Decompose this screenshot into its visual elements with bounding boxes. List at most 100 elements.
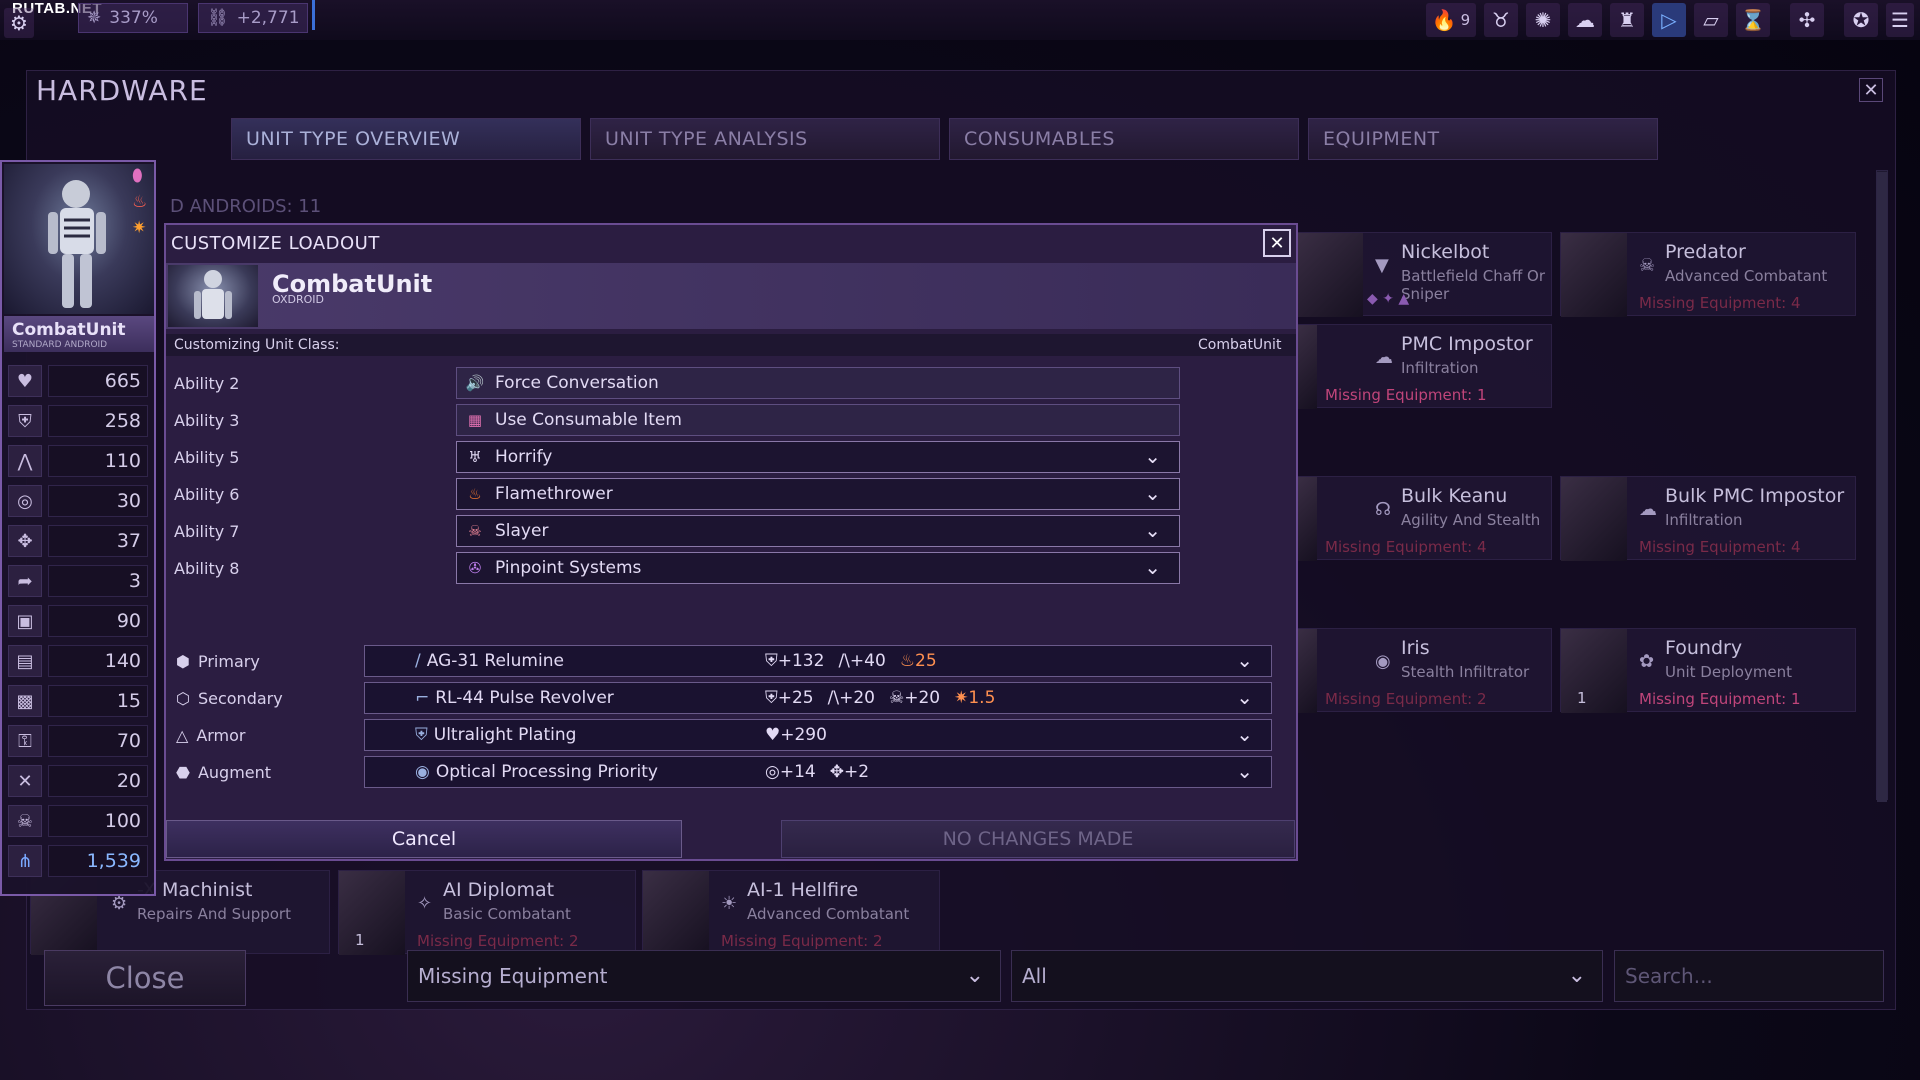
stat-dash: ➦ 3 xyxy=(8,564,148,598)
cluster-icon: ✿ xyxy=(1639,651,1655,672)
confirm-button[interactable]: NO CHANGES MADE xyxy=(781,820,1295,858)
cancel-button[interactable]: Cancel xyxy=(166,820,682,858)
category-filter[interactable]: All ⌄ xyxy=(1011,950,1603,1002)
horns-icon[interactable]: ♉ xyxy=(1484,3,1518,37)
link-stat: ⛓ +2,771 xyxy=(198,3,308,33)
unit-type-card[interactable]: 1 ✿ Foundry Unit Deployment Missing Equi… xyxy=(1560,628,1856,713)
tab-unit-type-analysis[interactable]: UNIT TYPE ANALYSIS xyxy=(590,118,940,160)
chevron-down-icon: ⌄ xyxy=(1144,444,1161,468)
card-subtitle: Unit Deployment xyxy=(1665,663,1793,681)
weapon-stats: ⛨+132/\+40 ♨25 xyxy=(765,651,937,671)
optical-icon: ◉ xyxy=(415,762,430,782)
unit-type-card[interactable]: ▼ Nickelbot Battlefield Chaff Or Sniper … xyxy=(1296,232,1552,317)
close-button[interactable]: Close xyxy=(44,950,246,1006)
missing-equipment: Missing Equipment: 2 xyxy=(1325,690,1487,708)
unit-type-card[interactable]: 1 ✧ AI Diplomat Basic Combatant Missing … xyxy=(338,870,636,955)
unit-type-card[interactable]: ☊ Bulk Keanu Agility And Stealth Missing… xyxy=(1296,476,1552,561)
pinpoint-icon: ✇ xyxy=(468,559,482,577)
augment-dropdown[interactable]: ◉ Optical Processing Priority ◎+14 ✥+2 ⌄ xyxy=(364,756,1272,788)
equipment-slot-label: △ Armor xyxy=(176,726,246,745)
unit-thumbnail xyxy=(339,871,405,955)
cog-icon[interactable]: ✺ xyxy=(1526,3,1560,37)
card-subtitle: Battlefield Chaff Or Sniper xyxy=(1401,267,1546,303)
unit-type-card[interactable]: ☁ PMC Impostor Infiltration Missing Equi… xyxy=(1296,324,1552,409)
menu-icon[interactable]: ☰ xyxy=(1886,3,1914,37)
skull-icon: ☠ xyxy=(468,522,482,540)
stat-capacity: ▣ 90 xyxy=(8,604,148,638)
unit-thumbnail xyxy=(1297,233,1363,317)
tab-equipment[interactable]: EQUIPMENT xyxy=(1308,118,1658,160)
ability-slot-use-consumable: ▦ Use Consumable Item xyxy=(456,404,1180,436)
unit-type-card[interactable]: ☀ AI-1 Hellfire Advanced Combatant Missi… xyxy=(642,870,940,955)
missing-equipment: Missing Equipment: 1 xyxy=(1639,690,1801,708)
ability-dropdown-pinpoint-systems[interactable]: ✇ Pinpoint Systems ⌄ xyxy=(456,552,1180,584)
move-icon: ✥ xyxy=(8,525,42,557)
augment-slot-icon: ⬣ xyxy=(176,763,190,782)
armor-icon: ⛨ xyxy=(8,405,42,437)
missing-equipment: Missing Equipment: 4 xyxy=(1639,538,1801,556)
cloud-icon[interactable]: ☁ xyxy=(1568,3,1602,37)
ability-label: Ability 6 xyxy=(174,485,240,504)
ability-dropdown-flamethrower[interactable]: ♨ Flamethrower ⌄ xyxy=(456,478,1180,510)
card-subtitle: Agility And Stealth xyxy=(1401,511,1541,529)
missing-equipment-filter[interactable]: Missing Equipment ⌄ xyxy=(407,950,1001,1002)
lock-icon: ⚿ xyxy=(8,725,42,757)
pill-icon: ⬮ xyxy=(132,166,143,186)
gamepad-icon[interactable]: ✣ xyxy=(1790,3,1824,37)
factory-icon[interactable]: ♜ xyxy=(1610,3,1644,37)
card-subtitle: Advanced Combatant xyxy=(1665,267,1828,285)
missing-equipment: Missing Equipment: 4 xyxy=(1325,538,1487,556)
panel-title: HARDWARE xyxy=(36,74,208,107)
speed-icon: ⋀ xyxy=(8,445,42,477)
unit-thumbnail xyxy=(643,871,709,955)
tab-consumables[interactable]: CONSUMABLES xyxy=(949,118,1299,160)
horrify-icon: ♅ xyxy=(468,448,482,466)
secondary-weapon-dropdown[interactable]: ⌐ RL-44 Pulse Revolver ⛨+25/\+20 ☠+20 ✷1.5 … xyxy=(364,682,1272,714)
play-icon[interactable]: ▷ xyxy=(1652,3,1686,37)
card-icon[interactable]: ▱ xyxy=(1694,3,1728,37)
armor-slot-icon: △ xyxy=(176,726,189,745)
chevron-down-icon: ⌄ xyxy=(1144,555,1161,579)
ability-dropdown-horrify[interactable]: ♅ Horrify ⌄ xyxy=(456,441,1180,473)
heart-icon: ♥ xyxy=(8,365,42,397)
scrollbar-thumb[interactable] xyxy=(1877,172,1887,802)
equipment-slot-label: ⬣ Augment xyxy=(176,763,272,782)
card-subtitle: Advanced Combatant xyxy=(747,905,910,923)
unit-type-card[interactable]: ☠ Predator Advanced Combatant Missing Eq… xyxy=(1560,232,1856,317)
alert-icon[interactable]: 🔥 9 xyxy=(1426,3,1476,37)
panel-close-button[interactable]: ✕ xyxy=(1859,78,1883,102)
equipment-icons: ◆ ✦ ▲ xyxy=(1367,291,1410,307)
skull-icon: ☠ xyxy=(1639,255,1656,276)
burst-icon: ✷ xyxy=(132,218,147,238)
unit-thumbnail xyxy=(1297,629,1317,713)
missing-equipment: Missing Equipment: 1 xyxy=(1325,386,1487,404)
plating-icon: ⛨ xyxy=(415,725,428,745)
search-input[interactable]: Search... xyxy=(1614,950,1884,1002)
card-subtitle: Repairs And Support xyxy=(137,905,291,923)
card-name: Iris xyxy=(1401,637,1430,659)
target-icon: ◎ xyxy=(8,485,42,517)
book-icon: ▤ xyxy=(8,645,42,677)
card-subtitle: Infiltration xyxy=(1401,359,1479,377)
unit-type-card[interactable]: ◉ Iris Stealth Infiltrator Missing Equip… xyxy=(1296,628,1552,713)
emblem-icon[interactable]: ✪ xyxy=(1844,3,1878,37)
card-name: AI Diplomat xyxy=(443,879,555,901)
primary-weapon-dropdown[interactable]: / AG-31 Relumine ⛨+132/\+40 ♨25 ⌄ xyxy=(364,645,1272,677)
skull-icon: ☠ xyxy=(8,805,42,837)
ability-dropdown-slayer[interactable]: ☠ Slayer ⌄ xyxy=(456,515,1180,547)
unit-type-card[interactable]: ☁ Bulk PMC Impostor Infiltration Missing… xyxy=(1560,476,1856,561)
unit-thumbnail xyxy=(1561,629,1627,713)
armor-dropdown[interactable]: ⛨ Ultralight Plating ♥+290 ⌄ xyxy=(364,719,1272,751)
card-count: 1 xyxy=(1577,689,1587,707)
card-name: PMC Impostor xyxy=(1401,333,1533,355)
consumable-icon: ▦ xyxy=(467,411,483,429)
fire-icon: ♨ xyxy=(132,192,148,212)
modal-close-button[interactable]: ✕ xyxy=(1263,229,1291,257)
hourglass-icon[interactable]: ⌛ xyxy=(1736,3,1770,37)
power-icon: ⋔ xyxy=(8,845,42,877)
gear-icon[interactable]: ⚙ xyxy=(4,8,34,38)
secondary-slot-icon: ⬡ xyxy=(176,689,190,708)
modal-title: CUSTOMIZE LOADOUT xyxy=(171,233,380,254)
tab-unit-type-overview[interactable]: UNIT TYPE OVERVIEW xyxy=(231,118,581,160)
equipment-slot-label: ⬢ Primary xyxy=(176,652,260,671)
